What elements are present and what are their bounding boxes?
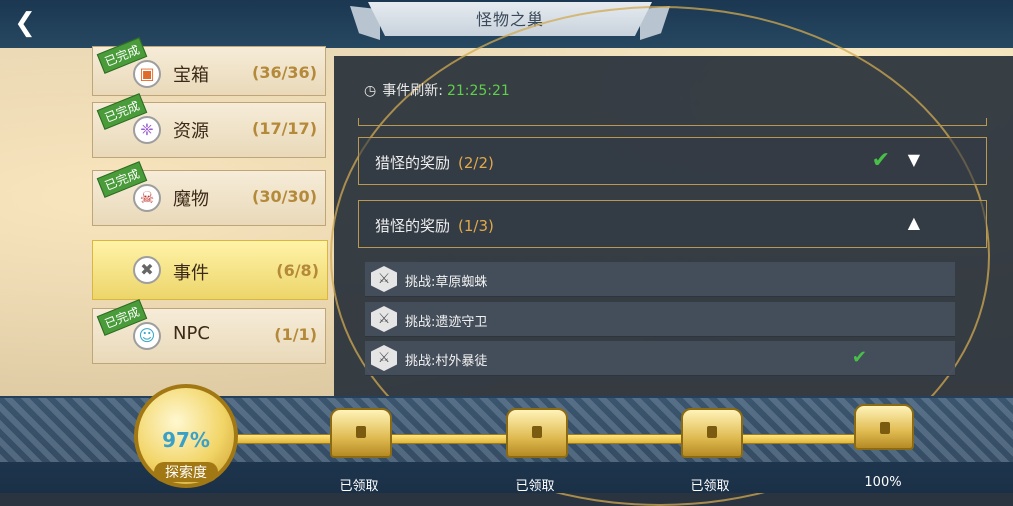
sword-shield-icon: ⚔ xyxy=(371,266,397,292)
crystal-icon: ❈ xyxy=(133,116,161,144)
monster-icon: ☠ xyxy=(133,184,161,212)
chevron-down-icon[interactable]: ▼ xyxy=(908,150,920,169)
group-title: 猎怪的奖励 (2/2) xyxy=(375,154,494,172)
milestone-label: 已领取 xyxy=(339,479,379,494)
task-label: 挑战:草原蜘蛛 xyxy=(405,275,488,290)
milestone-label: 已领取 xyxy=(515,479,555,494)
exploration-percent: 97% xyxy=(162,428,210,452)
category-chest[interactable]: 已完成 ▣ 宝箱 (36/36) xyxy=(92,37,326,96)
lock-icon xyxy=(532,426,542,438)
page-title: 怪物之巢 xyxy=(475,10,544,29)
refresh-timer: ◷ 事件刷新: 21:25:21 xyxy=(364,80,510,100)
lock-icon xyxy=(707,426,717,438)
check-icon: ✔ xyxy=(871,148,890,173)
event-icon: ✖ xyxy=(133,256,161,284)
group-title: 猎怪的奖励 (1/3) xyxy=(375,217,494,235)
category-label: 资源 xyxy=(173,121,209,142)
task-label: 挑战:村外暴徒 xyxy=(405,354,488,369)
category-resources[interactable]: 已完成 ❈ 资源 (17/17) xyxy=(92,93,326,158)
chevron-up-icon[interactable]: ▲ xyxy=(908,213,920,232)
lock-icon xyxy=(880,422,890,434)
category-events[interactable]: ✖ 事件 (6/8) xyxy=(92,240,328,300)
reward-chest-icon[interactable] xyxy=(854,404,914,450)
milestone-label: 100% xyxy=(864,475,902,490)
category-label: 宝箱 xyxy=(173,65,209,86)
refresh-time: 21:25:21 xyxy=(446,83,510,99)
category-count: (17/17) xyxy=(252,119,317,138)
clock-icon: ◷ xyxy=(364,83,377,99)
reward-chest-icon[interactable] xyxy=(330,408,392,458)
reward-chest-icon[interactable] xyxy=(506,408,568,458)
category-monsters[interactable]: 已完成 ☠ 魔物 (30/30) xyxy=(92,161,326,226)
lock-icon xyxy=(356,426,366,438)
category-count: (1/1) xyxy=(274,325,317,344)
category-count: (6/8) xyxy=(276,261,319,280)
category-count: (30/30) xyxy=(252,187,317,206)
group-count: (2/2) xyxy=(458,154,494,172)
npc-icon: ☺ xyxy=(133,322,161,350)
refresh-label: 事件刷新: xyxy=(382,83,443,99)
category-label: 事件 xyxy=(173,263,209,284)
task-label: 挑战:遗迹守卫 xyxy=(405,315,488,330)
check-icon: ✔ xyxy=(851,347,867,368)
exploration-label: 探索度 xyxy=(154,462,218,482)
title-ribbon: 怪物之巢 xyxy=(350,0,670,40)
reward-chest-icon[interactable] xyxy=(681,408,743,458)
category-count: (36/36) xyxy=(252,63,317,82)
sword-shield-icon: ⚔ xyxy=(371,306,397,332)
category-label: 魔物 xyxy=(173,189,209,210)
task-row[interactable]: ⚔ 挑战:村外暴徒 ✔ xyxy=(365,341,955,376)
back-arrow-icon[interactable]: ❮ xyxy=(8,8,42,38)
reward-group-1[interactable]: 猎怪的奖励 (2/2) ✔ ▼ xyxy=(358,137,987,185)
collapsed-section-edge xyxy=(358,118,987,126)
chest-icon: ▣ xyxy=(133,60,161,88)
task-row[interactable]: ⚔ 挑战:遗迹守卫 xyxy=(365,302,955,337)
reward-group-2[interactable]: 猎怪的奖励 (1/3) ▲ xyxy=(358,200,987,248)
sword-shield-icon: ⚔ xyxy=(371,345,397,371)
category-label: NPC xyxy=(173,323,210,344)
category-npc[interactable]: 已完成 ☺ NPC (1/1) xyxy=(92,299,326,364)
group-count: (1/3) xyxy=(458,217,494,235)
task-row[interactable]: ⚔ 挑战:草原蜘蛛 xyxy=(365,262,955,297)
exploration-medal: 97% 探索度 xyxy=(134,384,238,488)
milestone-label: 已领取 xyxy=(690,479,730,494)
